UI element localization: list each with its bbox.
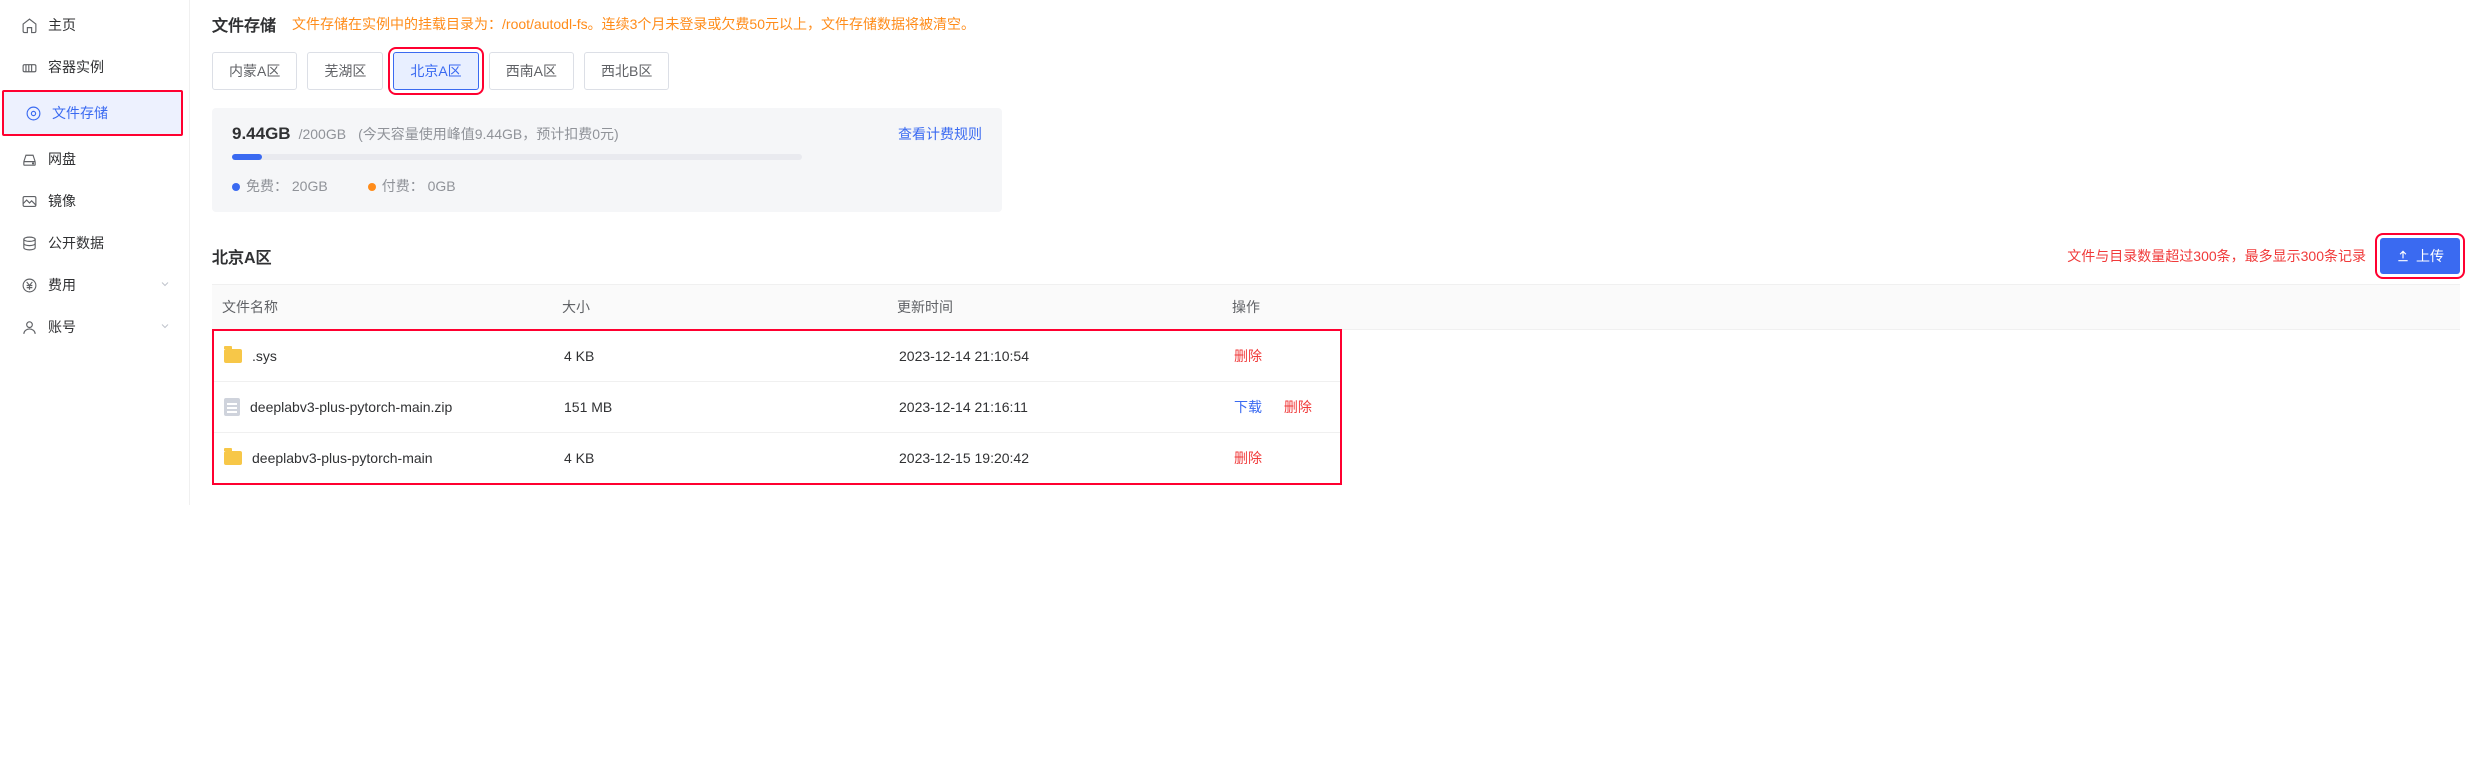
page-title: 文件存储 bbox=[212, 12, 276, 36]
sidebar-item-label: 容器实例 bbox=[48, 57, 104, 77]
page-header: 文件存储 文件存储在实例中的挂载目录为：/root/autodl-fs。连续3个… bbox=[212, 12, 2472, 36]
file-time: 2023-12-14 21:10:54 bbox=[899, 348, 1234, 364]
dot-orange-icon bbox=[368, 183, 376, 191]
sidebar-item-storage[interactable]: 文件存储 bbox=[4, 92, 181, 134]
billing-rules-link[interactable]: 查看计费规则 bbox=[728, 124, 982, 144]
upload-button-label: 上传 bbox=[2416, 246, 2444, 266]
col-header-time: 更新时间 bbox=[897, 297, 1232, 317]
table-header: 文件名称 大小 更新时间 操作 bbox=[212, 284, 2460, 330]
legend-paid: 付费： 0GB bbox=[368, 176, 456, 196]
sidebar-item-home[interactable]: 主页 bbox=[0, 4, 189, 46]
delete-link[interactable]: 删除 bbox=[1234, 348, 1262, 364]
region-tabs: 内蒙A区 芜湖区 北京A区 西南A区 西北B区 bbox=[212, 52, 2472, 90]
file-time: 2023-12-14 21:16:11 bbox=[899, 399, 1234, 415]
sidebar-item-label: 网盘 bbox=[48, 149, 76, 169]
warning-path: /root/autodl-fs bbox=[502, 16, 588, 32]
storage-bar-fill bbox=[232, 154, 262, 160]
table-row: .sys 4 KB 2023-12-14 21:10:54 删除 bbox=[214, 331, 1340, 382]
file-name: .sys bbox=[252, 348, 277, 364]
sidebar-item-label: 主页 bbox=[48, 15, 76, 35]
header-warning: 文件存储在实例中的挂载目录为：/root/autodl-fs。连续3个月未登录或… bbox=[292, 14, 975, 34]
legend-paid-label: 付费： bbox=[382, 178, 424, 194]
storage-icon bbox=[22, 105, 44, 122]
file-size: 4 KB bbox=[564, 450, 899, 466]
warning-suffix: 。连续3个月未登录或欠费50元以上，文件存储数据将被清空。 bbox=[588, 16, 975, 32]
col-header-name: 文件名称 bbox=[222, 297, 562, 317]
container-icon bbox=[18, 59, 40, 76]
delete-link[interactable]: 删除 bbox=[1234, 450, 1262, 466]
region-tab-xibei-b[interactable]: 西北B区 bbox=[584, 52, 669, 90]
region-tab-neimeng-a[interactable]: 内蒙A区 bbox=[212, 52, 297, 90]
disk-icon bbox=[18, 151, 40, 168]
yen-icon bbox=[18, 277, 40, 294]
legend-paid-value: 0GB bbox=[428, 178, 456, 194]
col-header-op: 操作 bbox=[1232, 297, 2450, 317]
sidebar-item-label: 账号 bbox=[48, 317, 76, 337]
sidebar-item-instances[interactable]: 容器实例 bbox=[0, 46, 189, 88]
home-icon bbox=[18, 17, 40, 34]
sidebar-item-label: 费用 bbox=[48, 275, 76, 295]
file-name: deeplabv3-plus-pytorch-main bbox=[252, 450, 433, 466]
storage-used: 9.44GB bbox=[232, 124, 291, 144]
upload-icon bbox=[2396, 249, 2410, 263]
storage-total: /200GB bbox=[299, 126, 346, 142]
legend-free-value: 20GB bbox=[292, 178, 328, 194]
file-size: 4 KB bbox=[564, 348, 899, 364]
sidebar-item-account[interactable]: 账号 bbox=[0, 306, 189, 348]
col-header-size: 大小 bbox=[562, 297, 897, 317]
sidebar-item-label: 镜像 bbox=[48, 191, 76, 211]
legend-free: 免费： 20GB bbox=[232, 176, 328, 196]
folder-icon bbox=[224, 349, 242, 363]
section-header: 北京A区 文件与目录数量超过300条，最多显示300条记录 上传 bbox=[212, 238, 2472, 274]
sidebar-item-billing[interactable]: 费用 bbox=[0, 264, 189, 306]
file-size: 151 MB bbox=[564, 399, 899, 415]
image-icon bbox=[18, 193, 40, 210]
file-time: 2023-12-15 19:20:42 bbox=[899, 450, 1234, 466]
sidebar-item-label: 文件存储 bbox=[52, 103, 108, 123]
region-tab-xinan-a[interactable]: 西南A区 bbox=[489, 52, 574, 90]
limit-message: 文件与目录数量超过300条，最多显示300条记录 bbox=[2067, 246, 2366, 266]
file-icon bbox=[224, 398, 240, 416]
table-row: deeplabv3-plus-pytorch-main.zip 151 MB 2… bbox=[214, 382, 1340, 433]
file-name: deeplabv3-plus-pytorch-main.zip bbox=[250, 399, 452, 415]
storage-panel: 9.44GB/200GB (今天容量使用峰值9.44GB，预计扣费0元) 查看计… bbox=[212, 108, 1002, 212]
dot-blue-icon bbox=[232, 183, 240, 191]
sidebar: 主页 容器实例 文件存储 网盘 镜像 公开数据 bbox=[0, 0, 190, 505]
table-body: .sys 4 KB 2023-12-14 21:10:54 删除 deeplab… bbox=[212, 329, 1342, 485]
main-content: 文件存储 文件存储在实例中的挂载目录为：/root/autodl-fs。连续3个… bbox=[190, 0, 2472, 505]
user-icon bbox=[18, 319, 40, 336]
region-tab-wuhu[interactable]: 芜湖区 bbox=[307, 52, 383, 90]
table-row: deeplabv3-plus-pytorch-main 4 KB 2023-12… bbox=[214, 433, 1340, 483]
section-heading: 北京A区 bbox=[212, 244, 272, 268]
sidebar-item-images[interactable]: 镜像 bbox=[0, 180, 189, 222]
region-tab-beijing-a[interactable]: 北京A区 bbox=[393, 52, 478, 90]
storage-hint: (今天容量使用峰值9.44GB，预计扣费0元) bbox=[358, 124, 619, 144]
file-table: 文件名称 大小 更新时间 操作 .sys 4 KB 2023-12-14 21:… bbox=[212, 284, 2460, 485]
sidebar-item-public[interactable]: 公开数据 bbox=[0, 222, 189, 264]
warning-prefix: 文件存储在实例中的挂载目录为： bbox=[292, 16, 502, 32]
download-link[interactable]: 下载 bbox=[1234, 399, 1262, 415]
database-icon bbox=[18, 235, 40, 252]
storage-bar bbox=[232, 154, 802, 160]
sidebar-item-netdisk[interactable]: 网盘 bbox=[0, 138, 189, 180]
chevron-down-icon bbox=[159, 319, 171, 335]
folder-icon bbox=[224, 451, 242, 465]
upload-button[interactable]: 上传 bbox=[2380, 238, 2460, 274]
chevron-down-icon bbox=[159, 277, 171, 293]
delete-link[interactable]: 删除 bbox=[1284, 399, 1312, 415]
legend-free-label: 免费： bbox=[246, 178, 288, 194]
sidebar-item-label: 公开数据 bbox=[48, 233, 104, 253]
